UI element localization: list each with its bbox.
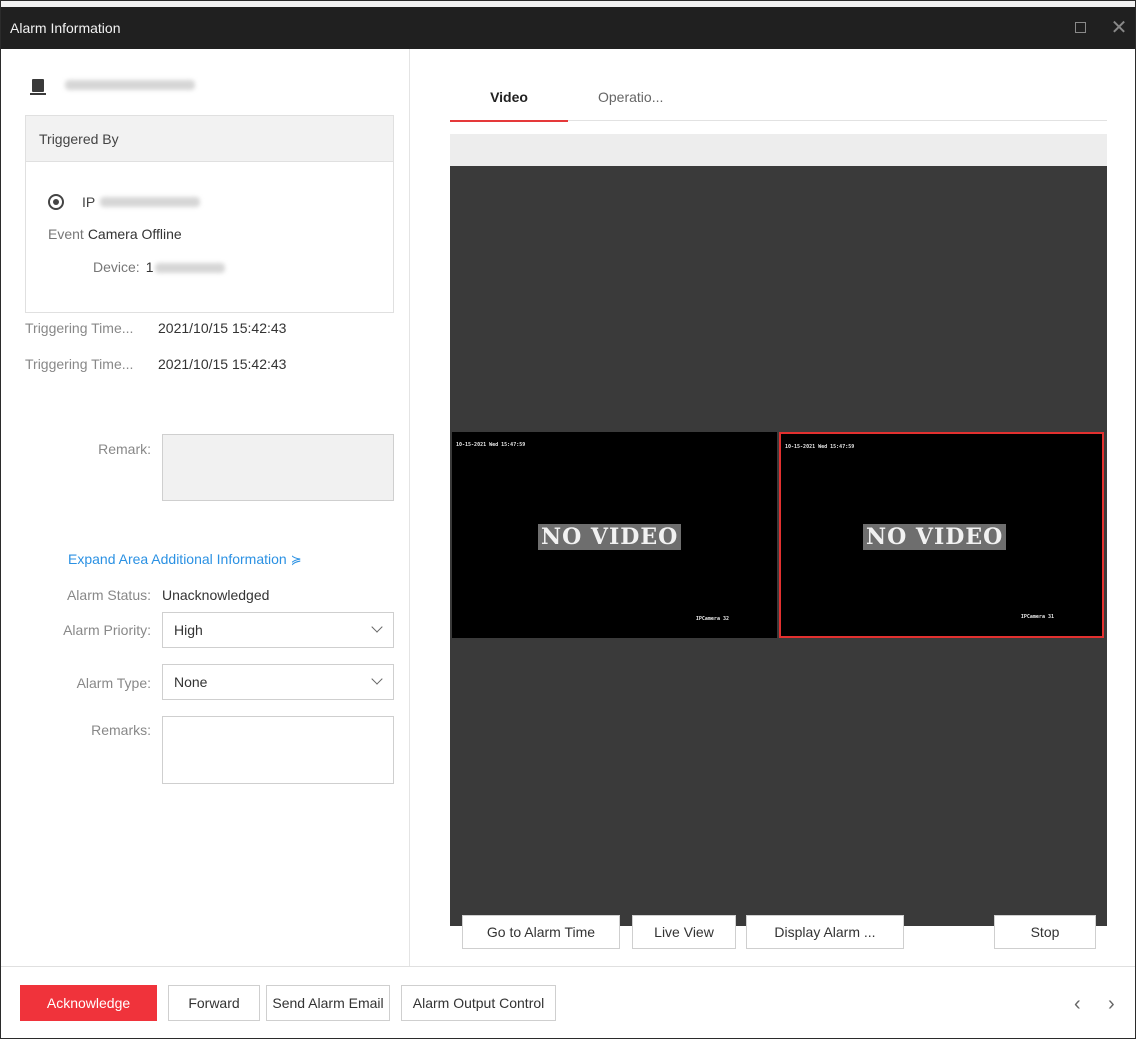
acknowledge-button[interactable]: Acknowledge — [20, 985, 157, 1021]
maximize-icon — [1074, 22, 1086, 34]
camera-name-redacted — [100, 197, 200, 207]
alarm-type-value: None — [174, 674, 208, 690]
alarm-output-control-button[interactable]: Alarm Output Control — [401, 985, 556, 1021]
triggered-by-header: Triggered By — [26, 116, 393, 162]
remarks-label: Remarks: — [91, 722, 151, 738]
triggering-time-row: Triggering Time... 2021/10/15 15:42:43 — [25, 356, 286, 372]
alarm-type-label: Alarm Type: — [76, 675, 151, 691]
triggering-time-row: Triggering Time... 2021/10/15 15:42:43 — [25, 320, 286, 336]
no-video-message: NO VIDEO — [863, 524, 1007, 550]
device-value-redacted — [155, 263, 226, 274]
alarm-priority-label: Alarm Priority: — [63, 622, 151, 638]
expand-link-label: Expand Area Additional Information — [68, 551, 287, 567]
video-camera-name: IPCamera 32 — [695, 616, 729, 622]
alarm-status-label: Alarm Status: — [66, 587, 151, 603]
device-row: Device: 1 — [93, 259, 226, 275]
video-tile[interactable]: 10-15-2021 Wed 15:47:59 NO VIDEO IPCamer… — [452, 432, 777, 638]
tab-bar: Video Operatio... — [450, 87, 1107, 122]
remarks-textarea[interactable] — [162, 716, 394, 784]
no-video-message: NO VIDEO — [538, 524, 682, 550]
alarm-source-name-redacted — [65, 80, 195, 90]
previous-alarm-icon[interactable]: ‹ — [1074, 993, 1081, 1016]
tab-operation[interactable]: Operatio... — [598, 89, 663, 105]
event-value: Camera Offline — [87, 226, 182, 242]
video-tile-selected[interactable]: 10-15-2021 Wed 15:47:59 NO VIDEO IPCamer… — [779, 432, 1104, 638]
camera-name-prefix: IP — [82, 194, 96, 210]
close-icon: ✕ — [1110, 17, 1128, 39]
remark-field — [162, 434, 394, 501]
forward-button[interactable]: Forward — [168, 985, 260, 1021]
event-row: Event Camera Offline — [48, 226, 182, 242]
display-alarm-button[interactable]: Display Alarm ... — [746, 915, 904, 949]
alarm-details-panel: Triggered By IP Event Camera Offline Devi… — [1, 49, 410, 966]
device-label: Device: — [93, 259, 140, 275]
expand-area-info-link[interactable]: Expand Area Additional Information ≽ — [68, 551, 302, 568]
live-view-button[interactable]: Live View — [632, 915, 736, 949]
alarm-status-value: Unacknowledged — [162, 587, 270, 603]
video-panel: Video Operatio... 10-15-2021 Wed 15:47:5… — [411, 49, 1135, 966]
camera-icon — [48, 194, 64, 210]
alarm-type-select[interactable]: None — [162, 664, 394, 700]
triggered-by-box: Triggered By IP Event Camera Offline Devi… — [25, 115, 394, 313]
send-alarm-email-button[interactable]: Send Alarm Email — [266, 985, 390, 1021]
triggering-time-value: 2021/10/15 15:42:43 — [158, 320, 287, 336]
go-to-alarm-time-button[interactable]: Go to Alarm Time — [462, 915, 620, 949]
chevron-down-icon — [371, 673, 383, 685]
chevron-down-icon — [371, 621, 383, 633]
alarm-priority-select[interactable]: High — [162, 612, 394, 648]
event-label: Event — [48, 226, 84, 242]
stop-button[interactable]: Stop — [994, 915, 1096, 949]
close-button[interactable]: ✕ — [1106, 15, 1132, 41]
triggering-time-label: Triggering Time... — [25, 320, 134, 336]
player-toolbar — [450, 134, 1107, 166]
video-player: 10-15-2021 Wed 15:47:59 NO VIDEO IPCamer… — [450, 166, 1107, 926]
double-chevron-down-icon: ≽ — [290, 552, 302, 567]
video-camera-name: IPCamera 31 — [1020, 614, 1054, 620]
video-osd-timestamp: 10-15-2021 Wed 15:47:59 — [456, 442, 526, 448]
action-bar: Acknowledge Forward Send Alarm Email Ala… — [1, 966, 1135, 1039]
alarm-source-icon — [30, 79, 46, 95]
tab-video[interactable]: Video — [450, 89, 568, 122]
title-bar: Alarm Information ✕ — [1, 1, 1135, 49]
next-alarm-icon[interactable]: › — [1108, 993, 1115, 1016]
triggering-time-value: 2021/10/15 15:42:43 — [158, 356, 287, 372]
remark-label: Remark: — [98, 441, 151, 457]
maximize-button[interactable] — [1067, 15, 1093, 41]
alarm-information-window: Alarm Information ✕ Triggered By IP Even… — [0, 0, 1136, 1039]
triggering-time-label: Triggering Time... — [25, 356, 134, 372]
window-title: Alarm Information — [10, 20, 121, 36]
alarm-priority-value: High — [174, 622, 203, 638]
device-value-prefix: 1 — [145, 259, 154, 275]
video-osd-timestamp: 10-15-2021 Wed 15:47:59 — [785, 444, 855, 450]
